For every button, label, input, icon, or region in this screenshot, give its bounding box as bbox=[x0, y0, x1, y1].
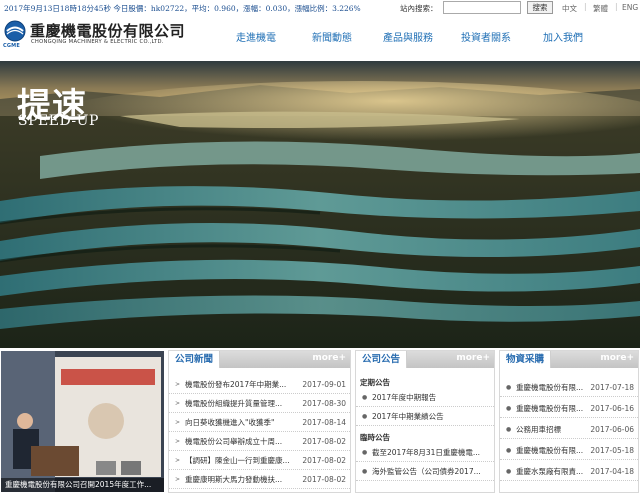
news-date: 2017-09-01 bbox=[302, 380, 346, 389]
announcement-row[interactable]: ● 海外監管公告（公司債券2017... bbox=[356, 463, 494, 481]
bullet-icon: ● bbox=[506, 405, 512, 412]
more-link[interactable]: more+ bbox=[312, 353, 346, 363]
company-news-panel: 公司新聞 more+ > 機電股份發布2017年中期業... 2017-09-0… bbox=[168, 350, 351, 493]
material-procurement-panel: 物資采購 more+ ● 重慶機電股份有限... 2017-07-18 ● 重慶… bbox=[499, 350, 639, 493]
procurement-row[interactable]: ● 重慶水泵廠有限責... 2017-04-18 bbox=[500, 463, 638, 481]
lang-traditional-link[interactable]: 繁體 bbox=[593, 3, 608, 14]
conference-photo-image bbox=[1, 351, 164, 492]
procurement-title[interactable]: 公務用車招標 bbox=[516, 421, 561, 439]
procurement-row[interactable]: ● 重慶機電股份有限... 2017-05-18 bbox=[500, 442, 638, 460]
news-row[interactable]: > 機電股份公司舉辦成立十周... 2017-08-02 bbox=[169, 433, 350, 451]
announcement-row[interactable]: ● 截至2017年8月31日重慶機電... bbox=[356, 444, 494, 462]
panel-header: 物資采購 more+ bbox=[500, 351, 638, 368]
stock-ticker: 2017年9月13日18時18分45秒 今日股價：hk02722，平均：0.96… bbox=[4, 4, 361, 13]
lang-divider: | bbox=[615, 2, 618, 11]
more-link[interactable]: more+ bbox=[456, 353, 490, 363]
nav-about[interactable]: 走進機電 bbox=[236, 29, 276, 44]
bullet-icon: ● bbox=[362, 449, 368, 456]
company-logo-icon[interactable] bbox=[4, 20, 26, 42]
top-bar: 2017年9月13日18時18分45秒 今日股價：hk02722，平均：0.96… bbox=[0, 0, 640, 16]
logo-abbreviation: CGME bbox=[3, 43, 20, 49]
bullet-icon: ● bbox=[506, 384, 512, 391]
bullet-icon: > bbox=[175, 457, 181, 464]
news-row[interactable]: > 機電股份發布2017年中期業... 2017-09-01 bbox=[169, 376, 350, 394]
site-header: CGME 重慶機電股份有限公司 CHONGQING MACHINERY & EL… bbox=[0, 16, 640, 60]
search-button[interactable]: 搜索 bbox=[527, 1, 553, 14]
announcement-title[interactable]: 海外監管公告（公司債券2017... bbox=[372, 463, 481, 481]
more-link[interactable]: more+ bbox=[600, 353, 634, 363]
search-input[interactable] bbox=[443, 1, 521, 14]
hero-banner[interactable]: 提速 SPEED-UP bbox=[0, 61, 640, 348]
company-announcements-panel: 公司公告 more+ 定期公告 ● 2017年度中期報告 ● 2017年中期業績… bbox=[355, 350, 495, 493]
procurement-row[interactable]: ● 公務用車招標 2017-06-06 bbox=[500, 421, 638, 439]
procurement-title[interactable]: 重慶機電股份有限... bbox=[516, 400, 583, 418]
procurement-title[interactable]: 重慶水泵廠有限責... bbox=[516, 463, 583, 481]
news-title[interactable]: 向日葵收獲機進入"收獲季" bbox=[185, 414, 274, 432]
temporary-announcements-heading: 臨時公告 bbox=[360, 433, 390, 442]
procurement-date: 2017-06-06 bbox=[590, 425, 634, 434]
announcement-title[interactable]: 截至2017年8月31日重慶機電... bbox=[372, 444, 480, 462]
photo-caption[interactable]: 重慶機電股份有限公司召開2015年度工作... bbox=[1, 478, 164, 492]
lang-divider: | bbox=[584, 2, 587, 11]
procurement-row[interactable]: ● 重慶機電股份有限... 2017-07-18 bbox=[500, 379, 638, 397]
company-name[interactable]: 重慶機電股份有限公司 bbox=[30, 20, 185, 41]
announcement-row[interactable]: ● 2017年中期業績公告 bbox=[356, 408, 494, 426]
news-photo[interactable]: 重慶機電股份有限公司召開2015年度工作... bbox=[1, 351, 164, 492]
panel-title[interactable]: 物資采購 bbox=[500, 351, 552, 368]
procurement-title[interactable]: 重慶機電股份有限... bbox=[516, 442, 583, 460]
news-row[interactable]: > 機電股份組織提升質量管理... 2017-08-30 bbox=[169, 395, 350, 413]
news-date: 2017-08-02 bbox=[302, 437, 346, 446]
panel-header: 公司新聞 more+ bbox=[169, 351, 350, 368]
procurement-date: 2017-05-18 bbox=[590, 446, 634, 455]
company-name-english: CHONGQING MACHINERY & ELECTRIC CO.,LTD. bbox=[31, 39, 164, 45]
bullet-icon: > bbox=[175, 419, 181, 426]
procurement-row[interactable]: ● 重慶機電股份有限... 2017-06-16 bbox=[500, 400, 638, 418]
procurement-date: 2017-07-18 bbox=[590, 383, 634, 392]
nav-investors[interactable]: 投資者關系 bbox=[461, 29, 511, 44]
bullet-icon: ● bbox=[362, 468, 368, 475]
banner-landscape-image bbox=[0, 61, 640, 348]
bullet-icon: ● bbox=[506, 426, 512, 433]
bullet-icon: ● bbox=[362, 394, 368, 401]
bullet-icon: > bbox=[175, 438, 181, 445]
bullet-icon: ● bbox=[506, 447, 512, 454]
announcement-row[interactable]: ● 2017年度中期報告 bbox=[356, 389, 494, 407]
news-row[interactable]: > 重慶康明斯大馬力發動機扶... 2017-08-02 bbox=[169, 471, 350, 489]
lang-english-link[interactable]: ENG bbox=[622, 3, 638, 12]
news-title[interactable]: 【調研】陳金山一行到重慶康... bbox=[185, 452, 290, 470]
news-date: 2017-08-02 bbox=[302, 456, 346, 465]
regular-announcements-heading: 定期公告 bbox=[360, 378, 390, 387]
nav-news[interactable]: 新聞動態 bbox=[312, 29, 352, 44]
procurement-title[interactable]: 重慶機電股份有限... bbox=[516, 379, 583, 397]
bullet-icon: > bbox=[175, 381, 181, 388]
panel-header: 公司公告 more+ bbox=[356, 351, 494, 368]
news-title[interactable]: 機電股份公司舉辦成立十周... bbox=[185, 433, 282, 451]
procurement-date: 2017-06-16 bbox=[590, 404, 634, 413]
news-date: 2017-08-02 bbox=[302, 475, 346, 484]
panel-title[interactable]: 公司新聞 bbox=[169, 351, 221, 368]
bullet-icon: > bbox=[175, 476, 181, 483]
bullet-icon: ● bbox=[506, 468, 512, 475]
search-label: 站內搜索： bbox=[400, 4, 438, 13]
panel-title[interactable]: 公司公告 bbox=[356, 351, 408, 368]
nav-careers[interactable]: 加入我們 bbox=[543, 29, 583, 44]
news-row[interactable]: > 向日葵收獲機進入"收獲季" 2017-08-14 bbox=[169, 414, 350, 432]
news-title[interactable]: 機電股份發布2017年中期業... bbox=[185, 376, 286, 394]
news-row[interactable]: > 【調研】陳金山一行到重慶康... 2017-08-02 bbox=[169, 452, 350, 470]
lang-chinese-link[interactable]: 中文 bbox=[562, 3, 577, 14]
announcement-title[interactable]: 2017年中期業績公告 bbox=[372, 408, 444, 426]
announcement-title[interactable]: 2017年度中期報告 bbox=[372, 389, 436, 407]
banner-subtitle: SPEED-UP bbox=[18, 113, 99, 129]
news-title[interactable]: 機電股份組織提升質量管理... bbox=[185, 395, 282, 413]
nav-products[interactable]: 產品與服務 bbox=[383, 29, 433, 44]
bullet-icon: ● bbox=[362, 413, 368, 420]
news-date: 2017-08-30 bbox=[302, 399, 346, 408]
news-date: 2017-08-14 bbox=[302, 418, 346, 427]
bullet-icon: > bbox=[175, 400, 181, 407]
news-title[interactable]: 重慶康明斯大馬力發動機扶... bbox=[185, 471, 282, 489]
procurement-date: 2017-04-18 bbox=[590, 467, 634, 476]
